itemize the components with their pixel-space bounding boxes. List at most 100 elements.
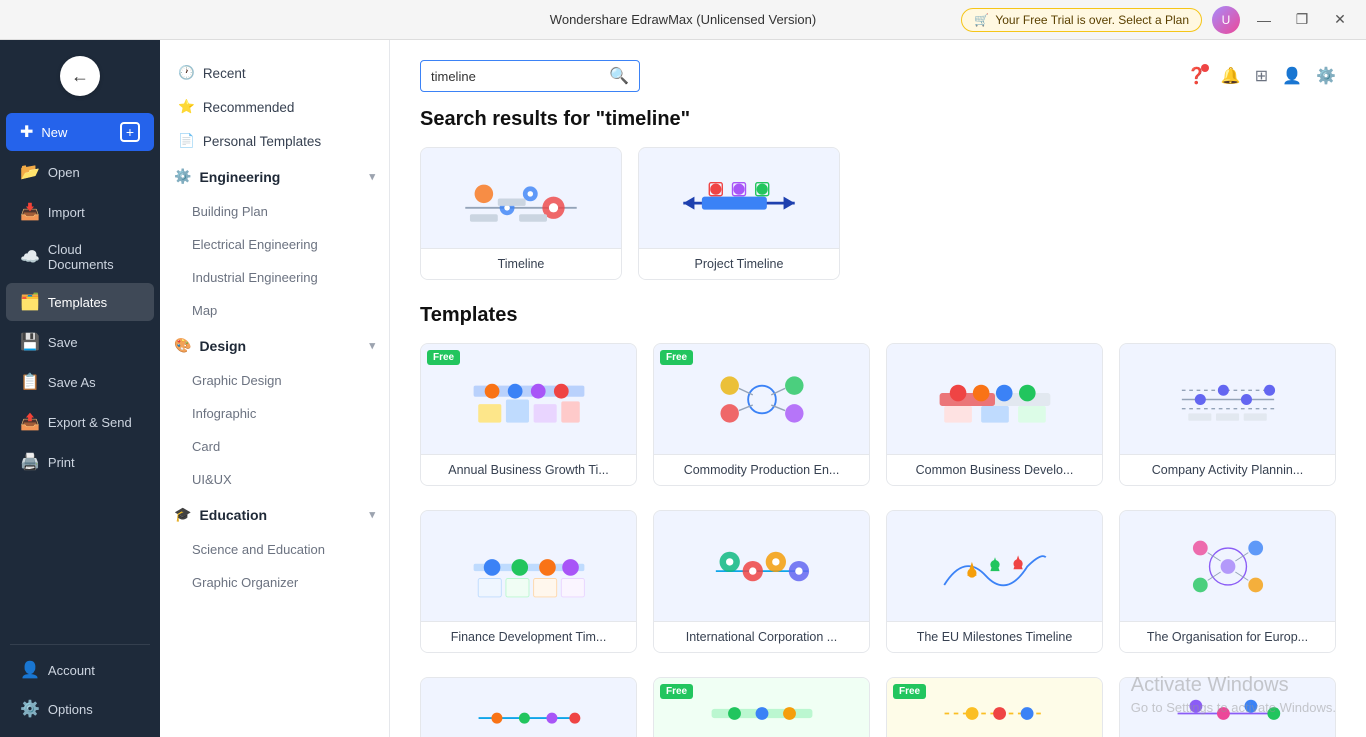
template-label-5: International Corporation ... xyxy=(654,621,869,652)
timeline-svg xyxy=(456,161,586,236)
mid-sidebar: 🕐 Recent ⭐ Recommended 📄 Personal Templa… xyxy=(160,40,390,737)
sidebar-item-import[interactable]: 📥 Import xyxy=(6,193,154,231)
bottom-thumb-2: Free xyxy=(887,678,1102,737)
mid-education-header[interactable]: 🎓 Education ▾ xyxy=(160,496,389,533)
sidebar-item-cloud[interactable]: ☁️ Cloud Documents xyxy=(6,233,154,281)
search-bar[interactable]: 🔍 xyxy=(420,60,640,92)
mid-recent[interactable]: 🕐 Recent xyxy=(160,56,389,90)
sidebar-item-open[interactable]: 📂 Open xyxy=(6,153,154,191)
template-annual-business[interactable]: Free Annual Business Growth Ti... xyxy=(420,343,637,486)
template-label-7: The Organisation for Europ... xyxy=(1120,621,1335,652)
template-label-6: The EU Milestones Timeline xyxy=(887,621,1102,652)
sidebar-item-save[interactable]: 💾 Save xyxy=(6,323,154,361)
annual-business-svg xyxy=(469,357,589,442)
grid-icon[interactable]: ⊞ xyxy=(1255,66,1268,86)
minimize-button[interactable]: — xyxy=(1250,6,1278,34)
new-plus-icon: + xyxy=(120,122,140,142)
international-thumb xyxy=(654,511,869,621)
save-icon: 💾 xyxy=(20,332,40,352)
template-bottom-2[interactable]: Free xyxy=(886,677,1103,737)
sidebar-item-new[interactable]: ✚ New + xyxy=(6,113,154,151)
sidebar-item-export[interactable]: 📤 Export & Send xyxy=(6,403,154,441)
company-activity-svg xyxy=(1168,357,1288,442)
common-business-svg xyxy=(935,357,1055,442)
template-organisation[interactable]: The Organisation for Europ... xyxy=(1119,510,1336,653)
template-bottom-3[interactable] xyxy=(1119,677,1336,737)
mid-building-plan[interactable]: Building Plan xyxy=(160,195,389,228)
cart-icon: 🛒 xyxy=(974,13,989,27)
mid-infographic[interactable]: Infographic xyxy=(160,397,389,430)
template-grid-row2: Finance Development Tim... xyxy=(420,510,1336,653)
notification-icon[interactable]: 🔔 xyxy=(1221,66,1241,86)
project-timeline-thumb xyxy=(639,148,839,248)
template-company-activity[interactable]: Company Activity Plannin... xyxy=(1119,343,1336,486)
mid-industrial-engineering[interactable]: Industrial Engineering xyxy=(160,261,389,294)
organisation-thumb xyxy=(1120,511,1335,621)
finance-svg xyxy=(469,524,589,609)
search-icon[interactable]: 🔍 xyxy=(609,66,629,86)
mid-recommended[interactable]: ⭐ Recommended xyxy=(160,90,389,124)
mid-card[interactable]: Card xyxy=(160,430,389,463)
sidebar-open-label: Open xyxy=(48,165,80,180)
sidebar-save-as-label: Save As xyxy=(48,375,96,390)
free-badge-bottom-1: Free xyxy=(660,684,693,699)
template-common-business[interactable]: Common Business Develo... xyxy=(886,343,1103,486)
eu-milestones-svg xyxy=(935,524,1055,609)
templates-section-title: Templates xyxy=(420,304,1336,327)
app-title: Wondershare EdrawMax (Unlicensed Version… xyxy=(550,12,816,27)
sidebar-item-account[interactable]: 👤 Account xyxy=(6,651,154,689)
commodity-svg xyxy=(702,357,822,442)
sidebar-item-options[interactable]: ⚙️ Options xyxy=(6,690,154,728)
template-commodity[interactable]: Free Commodity Production En... xyxy=(653,343,870,486)
sidebar-templates-label: Templates xyxy=(48,295,107,310)
maximize-button[interactable]: ❐ xyxy=(1288,6,1316,34)
template-grid-row1: Free Annual Business Growth Ti... xyxy=(420,343,1336,486)
template-bottom-1[interactable]: Free xyxy=(653,677,870,737)
search-input[interactable] xyxy=(431,69,603,84)
template-label-0: Annual Business Growth Ti... xyxy=(421,454,636,485)
project-timeline-label: Project Timeline xyxy=(639,248,839,279)
mid-graphic-design[interactable]: Graphic Design xyxy=(160,364,389,397)
mid-engineering-header[interactable]: ⚙️ Engineering ▾ xyxy=(160,158,389,195)
back-button[interactable]: ← xyxy=(60,56,100,96)
organisation-svg xyxy=(1168,524,1288,609)
timeline-label: Timeline xyxy=(421,248,621,279)
template-finance[interactable]: Finance Development Tim... xyxy=(420,510,637,653)
annual-business-thumb: Free xyxy=(421,344,636,454)
toolbar-icons: ❓ 🔔 ⊞ 👤 ⚙️ xyxy=(1187,66,1336,86)
free-badge-0: Free xyxy=(427,350,460,365)
main-layout: ← ✚ New + 📂 Open 📥 Import ☁️ Cloud Docum… xyxy=(0,40,1366,737)
sidebar-item-save-as[interactable]: 📋 Save As xyxy=(6,363,154,401)
mid-uiux[interactable]: UI&UX xyxy=(160,463,389,496)
education-icon: 🎓 xyxy=(174,506,191,523)
bottom-svg-0 xyxy=(469,686,589,737)
free-badge-1: Free xyxy=(660,350,693,365)
recommended-icon: ⭐ xyxy=(178,99,195,115)
template-eu-milestones[interactable]: The EU Milestones Timeline xyxy=(886,510,1103,653)
bottom-thumb-0 xyxy=(421,678,636,737)
sidebar-print-label: Print xyxy=(48,455,75,470)
sidebar-account-label: Account xyxy=(48,663,95,678)
settings-icon[interactable]: ⚙️ xyxy=(1316,66,1336,86)
common-business-thumb xyxy=(887,344,1102,454)
mid-personal-templates[interactable]: 📄 Personal Templates xyxy=(160,124,389,158)
help-icon[interactable]: ❓ xyxy=(1187,66,1207,86)
sidebar-cloud-label: Cloud Documents xyxy=(48,242,140,272)
mid-science-education[interactable]: Science and Education xyxy=(160,533,389,566)
avatar[interactable]: U xyxy=(1212,6,1240,34)
print-icon: 🖨️ xyxy=(20,452,40,472)
mid-map[interactable]: Map xyxy=(160,294,389,327)
user-icon[interactable]: 👤 xyxy=(1282,66,1302,86)
search-result-project-timeline[interactable]: Project Timeline xyxy=(638,147,840,280)
template-bottom-0[interactable] xyxy=(420,677,637,737)
mid-electrical-engineering[interactable]: Electrical Engineering xyxy=(160,228,389,261)
sidebar-item-templates[interactable]: 🗂️ Templates xyxy=(6,283,154,321)
trial-banner[interactable]: 🛒 Your Free Trial is over. Select a Plan xyxy=(961,8,1202,32)
mid-graphic-organizer[interactable]: Graphic Organizer xyxy=(160,566,389,599)
mid-design-header[interactable]: 🎨 Design ▾ xyxy=(160,327,389,364)
template-label-1: Commodity Production En... xyxy=(654,454,869,485)
sidebar-item-print[interactable]: 🖨️ Print xyxy=(6,443,154,481)
template-international[interactable]: International Corporation ... xyxy=(653,510,870,653)
search-result-timeline[interactable]: Timeline xyxy=(420,147,622,280)
close-button[interactable]: ✕ xyxy=(1326,6,1354,34)
